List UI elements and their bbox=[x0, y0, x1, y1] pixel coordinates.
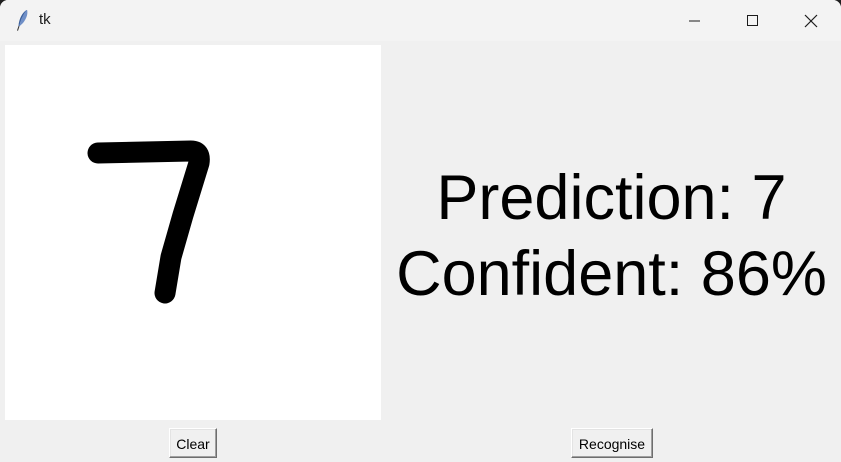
close-button[interactable] bbox=[782, 0, 840, 41]
minimize-button[interactable] bbox=[666, 0, 724, 41]
window-title: tk bbox=[39, 11, 51, 28]
title-bar[interactable]: tk bbox=[0, 0, 841, 41]
maximize-button[interactable] bbox=[724, 0, 782, 41]
confidence-label: Confident: 86% bbox=[396, 239, 827, 309]
recognise-button[interactable]: Recognise bbox=[571, 428, 653, 458]
tk-feather-icon bbox=[17, 10, 28, 31]
drawing-canvas[interactable] bbox=[5, 45, 381, 420]
clear-button[interactable]: Clear bbox=[169, 428, 217, 458]
app-window: tk Prediction: 7 Confident: 86% Clear Re… bbox=[0, 0, 841, 462]
close-icon bbox=[804, 14, 818, 27]
maximize-icon bbox=[747, 14, 758, 26]
result-panel: Prediction: 7 Confident: 86% bbox=[382, 160, 841, 312]
drawn-digit-stroke bbox=[87, 140, 210, 304]
prediction-label: Prediction: 7 bbox=[436, 163, 787, 233]
minimize-icon bbox=[689, 20, 700, 21]
